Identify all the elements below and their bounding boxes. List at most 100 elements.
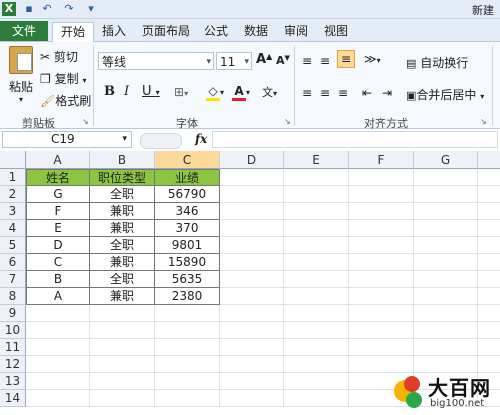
table-cell[interactable] [478,322,500,339]
orientation-button[interactable]: ≫▾ [364,52,381,66]
table-cell[interactable] [414,254,478,271]
table-cell[interactable] [284,356,349,373]
table-cell[interactable] [220,305,284,322]
table-cell[interactable] [26,339,90,356]
table-cell[interactable] [220,373,284,390]
table-cell[interactable] [26,305,90,322]
underline-button[interactable]: U ▾ [142,84,160,99]
table-cell[interactable]: 2380 [155,288,220,305]
table-cell[interactable] [155,339,220,356]
table-cell[interactable] [414,271,478,288]
table-cell[interactable] [284,288,349,305]
table-cell[interactable] [26,322,90,339]
align-left-button[interactable]: ≡ [302,86,312,100]
table-cell[interactable] [478,186,500,203]
table-cell[interactable]: E [26,220,90,237]
table-cell[interactable] [220,254,284,271]
table-cell[interactable] [220,322,284,339]
table-cell[interactable]: 15890 [155,254,220,271]
table-cell[interactable] [414,169,478,186]
align-center-button[interactable]: ≡ [320,86,330,100]
align-bottom-button[interactable]: ≡ [337,50,355,68]
fill-color-button[interactable]: ◇ ▾ [206,84,224,101]
table-cell[interactable] [349,305,414,322]
alignment-launcher-icon[interactable]: ↘ [480,117,487,126]
table-cell[interactable]: C [26,254,90,271]
row-header[interactable]: 6 [0,254,26,271]
table-cell[interactable] [284,254,349,271]
tab-review[interactable]: 审阅 [280,22,312,41]
table-cell[interactable] [220,237,284,254]
table-cell[interactable] [349,339,414,356]
font-name-combo[interactable]: 等线 ▾ [98,52,214,70]
table-cell[interactable] [90,322,155,339]
table-cell[interactable] [414,339,478,356]
clipboard-launcher-icon[interactable]: ↘ [82,117,89,126]
table-cell[interactable] [414,186,478,203]
table-cell[interactable] [349,322,414,339]
table-cell[interactable] [155,373,220,390]
tab-view[interactable]: 视图 [320,22,352,41]
table-cell[interactable]: 346 [155,203,220,220]
table-cell[interactable] [478,203,500,220]
table-cell[interactable] [284,203,349,220]
table-cell[interactable] [478,220,500,237]
italic-button[interactable]: I [124,84,129,99]
save-icon[interactable]: ▪ [22,2,36,16]
table-cell[interactable] [220,220,284,237]
table-cell[interactable]: 全职 [90,237,155,254]
table-header-cell[interactable]: 业绩 [155,169,220,186]
table-cell[interactable] [26,373,90,390]
increase-indent-button[interactable]: ⇥ [382,86,392,100]
row-header[interactable]: 5 [0,237,26,254]
align-right-button[interactable]: ≡ [338,86,348,100]
column-header-a[interactable]: A [26,151,90,169]
table-cell[interactable] [349,271,414,288]
table-cell[interactable]: F [26,203,90,220]
table-cell[interactable] [155,390,220,407]
table-cell[interactable] [478,305,500,322]
table-cell[interactable] [220,288,284,305]
table-cell[interactable] [284,339,349,356]
table-header-cell[interactable]: 姓名 [26,169,90,186]
merge-center-button[interactable]: ▣合并后居中 ▾ [406,86,484,103]
font-color-button[interactable]: A ▾ [232,84,250,101]
table-cell[interactable] [349,203,414,220]
align-middle-button[interactable]: ≡ [320,54,330,68]
column-header-e[interactable]: E [284,151,349,169]
cut-button[interactable]: ✂ 剪切 [40,48,78,65]
table-cell[interactable] [349,237,414,254]
tab-file[interactable]: 文件 [0,21,48,41]
row-header[interactable]: 9 [0,305,26,322]
table-cell[interactable]: B [26,271,90,288]
table-cell[interactable] [478,339,500,356]
copy-button[interactable]: ❐ 复制 ▾ [40,70,86,87]
table-cell[interactable] [220,203,284,220]
table-cell[interactable] [414,288,478,305]
table-cell[interactable] [90,305,155,322]
formula-input[interactable] [212,131,498,148]
table-cell[interactable] [414,220,478,237]
table-cell[interactable] [478,254,500,271]
table-cell[interactable] [284,271,349,288]
table-cell[interactable] [349,254,414,271]
select-all-corner[interactable] [0,151,26,169]
bold-button[interactable]: B [104,84,115,99]
tab-data[interactable]: 数据 [240,22,272,41]
table-header-cell[interactable]: 职位类型 [90,169,155,186]
table-cell[interactable] [26,356,90,373]
redo-icon[interactable]: ↷ [62,2,76,16]
table-cell[interactable] [284,322,349,339]
borders-button[interactable]: ⊞▾ [174,85,188,99]
table-cell[interactable]: 兼职 [90,203,155,220]
table-cell[interactable] [26,390,90,407]
table-cell[interactable] [349,220,414,237]
row-header[interactable]: 10 [0,322,26,339]
row-header[interactable]: 8 [0,288,26,305]
wrap-text-button[interactable]: ▤ 自动换行 [406,54,468,71]
table-cell[interactable] [284,390,349,407]
table-cell[interactable] [284,220,349,237]
tab-formulas[interactable]: 公式 [200,22,232,41]
paste-button[interactable]: 粘贴 ▾ [6,46,36,108]
font-launcher-icon[interactable]: ↘ [284,117,291,126]
